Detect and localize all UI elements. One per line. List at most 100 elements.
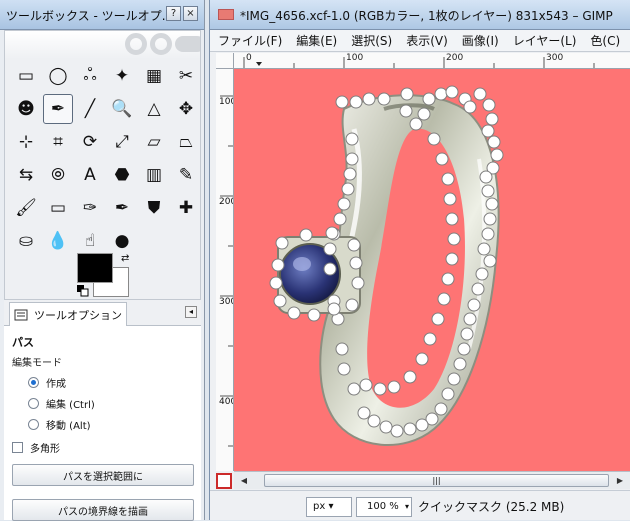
path-anchor[interactable] — [349, 256, 363, 270]
ink-tool-icon[interactable]: ✒ — [107, 193, 137, 223]
smudge-tool-icon[interactable]: ☝ — [75, 226, 105, 256]
menu-view[interactable]: 表示(V) — [398, 32, 454, 49]
horizontal-scrollbar[interactable]: ◀ ||| ▶ — [234, 471, 630, 489]
path-anchor[interactable] — [467, 298, 481, 312]
tab-menu-icon[interactable]: ◂ — [185, 306, 197, 318]
path-anchor[interactable] — [483, 212, 497, 226]
paths-tool-icon[interactable]: ✒ — [43, 94, 73, 124]
heal-tool-icon[interactable]: ✚ — [171, 193, 200, 223]
path-anchor[interactable] — [325, 226, 339, 240]
swap-colors-icon[interactable]: ⇄ — [121, 253, 129, 264]
path-anchor[interactable] — [333, 212, 347, 226]
path-anchor[interactable] — [335, 95, 349, 109]
rect-select-tool-icon[interactable]: ▭ — [11, 61, 41, 91]
path-anchor[interactable] — [337, 197, 351, 211]
path-anchor[interactable] — [323, 262, 337, 276]
text-tool-icon[interactable]: A — [75, 160, 105, 190]
path-anchor[interactable] — [323, 242, 337, 256]
path-anchor[interactable] — [477, 242, 491, 256]
color-picker-tool-icon[interactable]: ╱ — [75, 94, 105, 124]
path-anchor[interactable] — [345, 152, 359, 166]
airbrush-tool-icon[interactable]: ✑ — [75, 193, 105, 223]
path-anchor[interactable] — [435, 152, 449, 166]
path-anchor[interactable] — [441, 272, 455, 286]
path-anchor[interactable] — [482, 98, 496, 112]
path-anchor[interactable] — [471, 282, 485, 296]
mode-design-radio[interactable]: 作成 — [28, 375, 201, 390]
path-anchor[interactable] — [445, 252, 459, 266]
path-anchor[interactable] — [431, 312, 445, 326]
path-anchor[interactable] — [400, 87, 414, 101]
path-anchor[interactable] — [345, 132, 359, 146]
rotate-tool-icon[interactable]: ⟳ — [75, 127, 105, 157]
path-anchor[interactable] — [399, 104, 413, 118]
path-anchor[interactable] — [460, 327, 474, 341]
tab-tool-options[interactable]: ツールオプション — [9, 302, 127, 327]
fuzzy-select-tool-icon[interactable]: ✦ — [107, 61, 137, 91]
path-anchor[interactable] — [453, 357, 467, 371]
path-anchor[interactable] — [434, 87, 448, 101]
path-anchor[interactable] — [271, 258, 285, 272]
menu-image[interactable]: 画像(I) — [454, 32, 505, 49]
scroll-left-icon[interactable]: ◀ — [238, 475, 250, 487]
help-button[interactable]: ? — [166, 6, 181, 21]
path-anchor[interactable] — [349, 95, 363, 109]
quick-mask-toggle[interactable] — [216, 473, 232, 489]
path-anchor[interactable] — [417, 107, 431, 121]
menu-select[interactable]: 選択(S) — [343, 32, 398, 49]
free-select-tool-icon[interactable]: ஃ — [75, 61, 105, 91]
path-anchor[interactable] — [337, 362, 351, 376]
path-anchor[interactable] — [479, 170, 493, 184]
path-anchor[interactable] — [299, 228, 313, 242]
path-anchor[interactable] — [343, 167, 357, 181]
path-anchor[interactable] — [441, 172, 455, 186]
foreground-select-tool-icon[interactable]: ☻ — [11, 94, 41, 124]
move-tool-icon[interactable]: ✥ — [171, 94, 200, 124]
path-anchor[interactable] — [445, 212, 459, 226]
measure-tool-icon[interactable]: △ — [139, 94, 169, 124]
path-anchor[interactable] — [422, 92, 436, 106]
path-anchor[interactable] — [359, 378, 373, 392]
unit-select[interactable]: px ▾ — [306, 497, 352, 517]
path-anchor[interactable] — [443, 192, 457, 206]
path-anchor[interactable] — [457, 342, 471, 356]
path-anchor[interactable] — [415, 418, 429, 432]
path-anchor[interactable] — [307, 308, 321, 322]
path-anchor[interactable] — [463, 100, 477, 114]
path-anchor[interactable] — [485, 112, 499, 126]
eraser-tool-icon[interactable]: ▭ — [43, 193, 73, 223]
path-anchor[interactable] — [362, 92, 376, 106]
ellipse-select-tool-icon[interactable]: ◯ — [43, 61, 73, 91]
paintbrush-tool-icon[interactable]: 🖌 — [11, 193, 41, 223]
path-anchor[interactable] — [327, 302, 341, 316]
perspective-tool-icon[interactable]: ⏢ — [171, 127, 200, 157]
image-canvas[interactable] — [234, 69, 630, 471]
path-anchor[interactable] — [481, 227, 495, 241]
path-anchor[interactable] — [447, 372, 461, 386]
scroll-right-icon[interactable]: ▶ — [614, 475, 626, 487]
path-anchor[interactable] — [341, 182, 355, 196]
path-anchor[interactable] — [287, 306, 301, 320]
path-anchor[interactable] — [427, 132, 441, 146]
polygon-checkbox[interactable]: 多角形 — [12, 440, 201, 455]
perspective-clone-tool-icon[interactable]: ⛀ — [11, 226, 41, 256]
clone-tool-icon[interactable]: ⛊ — [139, 193, 169, 223]
path-anchor[interactable] — [475, 267, 489, 281]
vertical-ruler[interactable]: 100 200 300 400 — [216, 69, 234, 471]
path-anchor[interactable] — [441, 387, 455, 401]
path-anchor[interactable] — [490, 148, 504, 162]
zoom-tool-icon[interactable]: 🔍 — [107, 94, 137, 124]
path-anchor[interactable] — [273, 294, 287, 308]
scissors-select-tool-icon[interactable]: ✂ — [171, 61, 200, 91]
bucket-fill-tool-icon[interactable]: ⬣ — [107, 160, 137, 190]
path-anchor[interactable] — [481, 184, 495, 198]
flip-tool-icon[interactable]: ⇆ — [11, 160, 41, 190]
mode-move-radio[interactable]: 移動 (Alt) — [28, 417, 201, 432]
path-anchor[interactable] — [447, 232, 461, 246]
blur-sharpen-tool-icon[interactable]: 💧 — [43, 226, 73, 256]
blend-tool-icon[interactable]: ▥ — [139, 160, 169, 190]
menu-colors[interactable]: 色(C) — [582, 32, 626, 49]
path-to-selection-button[interactable]: パスを選択範囲に — [12, 464, 194, 486]
shear-tool-icon[interactable]: ▱ — [139, 127, 169, 157]
path-anchor[interactable] — [409, 117, 423, 131]
